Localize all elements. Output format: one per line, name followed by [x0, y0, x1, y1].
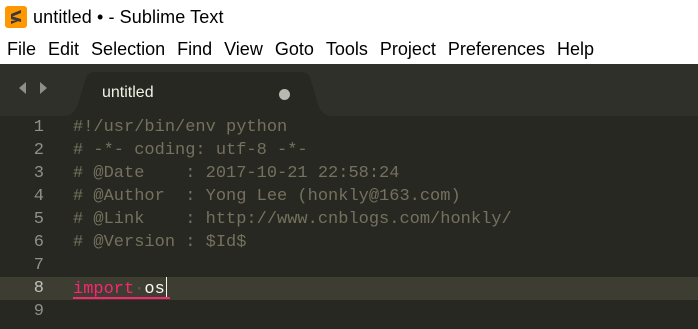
code-text: # @Date : 2017-10-21 22:58:24: [73, 164, 400, 183]
code-line: 5 # @Link : http://www.cnblogs.com/honkl…: [0, 208, 698, 231]
code-text: # @Author : Yong Lee (honkly@163.com): [73, 187, 461, 206]
menu-goto[interactable]: Goto: [269, 34, 320, 64]
code-line: 3 # @Date : 2017-10-21 22:58:24: [0, 162, 698, 185]
menu-view[interactable]: View: [218, 34, 269, 64]
editor[interactable]: 1 #!/usr/bin/env python 2 # -*- coding: …: [0, 116, 698, 329]
menu-bar: File Edit Selection Find View Goto Tools…: [0, 34, 698, 64]
menu-preferences[interactable]: Preferences: [442, 34, 551, 64]
menu-edit[interactable]: Edit: [42, 34, 85, 64]
unsaved-dot-icon[interactable]: [279, 89, 290, 100]
menu-project[interactable]: Project: [374, 34, 442, 64]
code-line: 2 # -*- coding: utf-8 -*-: [0, 139, 698, 162]
tab-navigation: [16, 80, 50, 96]
line-number: 9: [33, 302, 44, 321]
line-number: 7: [33, 256, 44, 275]
code-line: 1 #!/usr/bin/env python: [0, 116, 698, 139]
tab-bar: untitled: [0, 64, 698, 116]
right-arrow-icon[interactable]: [36, 80, 50, 96]
sublime-text-icon: [5, 6, 27, 28]
tab-label: untitled: [102, 84, 154, 101]
current-code-line: 8 import·os: [0, 277, 698, 300]
code-text: # -*- coding: utf-8 -*-: [73, 141, 308, 160]
spellcheck-underline: [73, 297, 170, 299]
code-line: 7: [0, 254, 698, 277]
menu-find[interactable]: Find: [171, 34, 218, 64]
code-line: 6 # @Version : $Id$: [0, 231, 698, 254]
line-number: 3: [33, 164, 44, 183]
tab-untitled[interactable]: untitled: [64, 72, 332, 116]
menu-selection[interactable]: Selection: [85, 34, 171, 64]
line-number: 6: [33, 233, 44, 252]
code-text: # @Version : $Id$: [73, 233, 247, 252]
line-number: 2: [33, 141, 44, 160]
window-title: untitled • - Sublime Text: [33, 6, 224, 27]
code-line: 9: [0, 300, 698, 323]
menu-file[interactable]: File: [0, 34, 42, 64]
menu-help[interactable]: Help: [551, 34, 600, 64]
left-arrow-icon[interactable]: [16, 80, 30, 96]
line-number: 4: [33, 187, 44, 206]
line-number: 1: [33, 118, 44, 137]
title-bar: untitled • - Sublime Text: [0, 0, 698, 34]
line-number: 8: [33, 279, 44, 298]
line-number: 5: [33, 210, 44, 229]
code-line: 4 # @Author : Yong Lee (honkly@163.com): [0, 185, 698, 208]
code-text: # @Link : http://www.cnblogs.com/honkly/: [73, 210, 512, 229]
text-cursor: [165, 277, 167, 297]
menu-tools[interactable]: Tools: [320, 34, 374, 64]
code-text: #!/usr/bin/env python: [73, 118, 288, 137]
